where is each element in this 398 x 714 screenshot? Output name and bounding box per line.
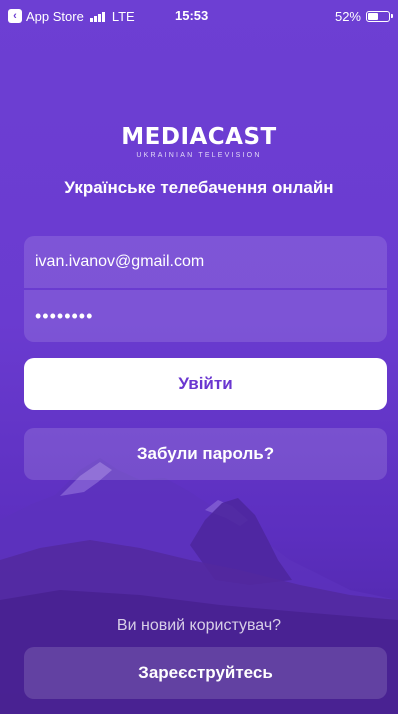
signal-icon xyxy=(89,11,106,22)
forgot-password-button[interactable]: Забули пароль? xyxy=(24,428,387,480)
logo-title: MEDIACAST xyxy=(121,124,277,150)
back-app-label: App Store xyxy=(26,8,84,24)
login-form xyxy=(24,236,387,342)
back-to-app-link[interactable]: ‹ App Store LTE xyxy=(8,8,135,24)
mediacast-logo: MEDIACAST UKRAINIAN TELEVISION xyxy=(0,124,398,160)
battery-percent: 52% xyxy=(334,8,361,24)
login-screen: ‹ App Store LTE 15:53 52% MEDIACAST UKRA… xyxy=(0,0,398,714)
register-button[interactable]: Зареєструйтесь xyxy=(24,647,387,699)
battery-status: 52% xyxy=(334,8,393,24)
network-label: LTE xyxy=(111,8,135,24)
login-button[interactable]: Увійти xyxy=(24,358,387,410)
battery-icon xyxy=(366,10,393,22)
email-field[interactable] xyxy=(24,236,387,288)
battery-fill xyxy=(368,12,378,20)
status-time: 15:53 xyxy=(175,8,209,23)
new-user-prompt: Ви новий користувач? xyxy=(116,617,282,634)
status-bar: ‹ App Store LTE 15:53 52% xyxy=(0,0,398,32)
app-tagline: Українське телебачення онлайн xyxy=(64,178,334,197)
back-chevron-icon: ‹ xyxy=(8,9,22,23)
logo-subtitle: UKRAINIAN TELEVISION xyxy=(136,152,262,159)
password-field[interactable] xyxy=(24,290,387,342)
mountain-background xyxy=(0,458,398,714)
